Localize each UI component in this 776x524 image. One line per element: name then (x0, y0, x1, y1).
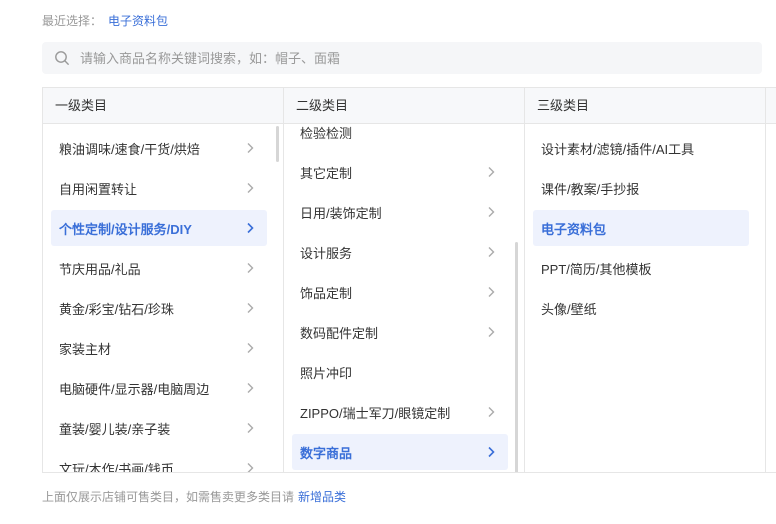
chevron-right-icon (488, 167, 495, 177)
chevron-right-icon (247, 303, 254, 313)
level2-item-label: 数字商品 (300, 445, 353, 461)
level1-item[interactable]: 家装主材 (51, 330, 267, 366)
level2-item[interactable]: 检验检测 (292, 124, 508, 150)
category-picker: 一级类目 粮油调味/速食/干货/烘焙 自用闲置转让 个性定制/设计服务/DIY … (42, 87, 776, 473)
level2-item[interactable]: ZIPPO/瑞士军刀/眼镜定制 (292, 394, 508, 430)
level2-item-label: 数码配件定制 (300, 325, 379, 341)
level3-item-label: 电子资料包 (541, 221, 607, 237)
level2-column: 二级类目 检验检测 其它定制 日用/装饰定制 设计服务 饰品定制 数码配件定制 … (284, 88, 525, 472)
level1-item[interactable]: 童装/婴儿装/亲子装 (51, 410, 267, 446)
chevron-right-icon (488, 287, 495, 297)
chevron-right-icon (247, 383, 254, 393)
level1-item-label: 文玩/木作/书画/钱币 (59, 461, 174, 473)
add-category-link[interactable]: 新增品类 (298, 490, 346, 504)
level1-item-label: 粮油调味/速食/干货/烘焙 (59, 141, 200, 157)
search-input[interactable] (78, 43, 722, 73)
level2-item[interactable]: 照片冲印 (292, 354, 508, 390)
level3-item-label: 设计素材/滤镜/插件/AI工具 (541, 141, 695, 157)
level1-item-label: 自用闲置转让 (59, 181, 138, 197)
search-icon (55, 51, 69, 65)
level1-item-label: 童装/婴儿装/亲子装 (59, 421, 171, 437)
level3-list: 设计素材/滤镜/插件/AI工具 课件/教案/手抄报 电子资料包 PPT/简历/其… (525, 124, 765, 472)
chevron-right-icon (488, 207, 495, 217)
level1-item-label: 黄金/彩宝/钻石/珍珠 (59, 301, 174, 317)
chevron-right-icon (247, 423, 254, 433)
level1-item-label: 电脑硬件/显示器/电脑周边 (59, 381, 210, 397)
level2-scrollbar[interactable] (515, 242, 518, 472)
level3-item-label: 头像/壁纸 (541, 301, 597, 317)
level1-item-label: 节庆用品/礼品 (59, 261, 141, 277)
footer-text: 上面仅展示店铺可售类目，如需售卖更多类目请 (42, 490, 295, 504)
chevron-right-icon (488, 407, 495, 417)
level1-header: 一级类目 (43, 88, 283, 124)
level2-header: 二级类目 (284, 88, 524, 124)
chevron-right-icon (247, 222, 254, 234)
level1-item[interactable]: 文玩/木作/书画/钱币 (51, 450, 267, 473)
level1-item[interactable]: 黄金/彩宝/钻石/珍珠 (51, 290, 267, 326)
chevron-right-icon (488, 446, 495, 458)
recent-selection-label: 最近选择： (42, 14, 103, 28)
level3-item[interactable]: 设计素材/滤镜/插件/AI工具 (533, 130, 749, 166)
chevron-right-icon (247, 143, 254, 153)
recent-selection-link[interactable]: 电子资料包 (108, 14, 168, 28)
level2-item-label: 照片冲印 (300, 365, 353, 381)
level4-column (766, 88, 776, 472)
level2-item[interactable]: 日用/装饰定制 (292, 194, 508, 230)
chevron-right-icon (247, 343, 254, 353)
chevron-right-icon (488, 247, 495, 257)
level1-scrollbar[interactable] (276, 126, 279, 162)
level2-list: 检验检测 其它定制 日用/装饰定制 设计服务 饰品定制 数码配件定制 照片冲印 … (284, 124, 524, 472)
level1-item[interactable]: 自用闲置转让 (51, 170, 267, 206)
level2-item-label: 饰品定制 (300, 285, 353, 301)
level3-item[interactable]: PPT/简历/其他模板 (533, 250, 749, 286)
level1-item[interactable]: 粮油调味/速食/干货/烘焙 (51, 130, 267, 166)
level1-item[interactable]: 节庆用品/礼品 (51, 250, 267, 286)
level2-item[interactable]: 数码配件定制 (292, 314, 508, 350)
level1-list: 粮油调味/速食/干货/烘焙 自用闲置转让 个性定制/设计服务/DIY 节庆用品/… (43, 124, 283, 473)
level4-header (766, 88, 776, 124)
level2-item-label: ZIPPO/瑞士军刀/眼镜定制 (300, 405, 451, 421)
chevron-right-icon (488, 327, 495, 337)
level3-item-label: PPT/简历/其他模板 (541, 261, 652, 277)
search-bar (42, 42, 762, 74)
footer-note: 上面仅展示店铺可售类目，如需售卖更多类目请 新增品类 (42, 488, 346, 505)
level3-header: 三级类目 (525, 88, 765, 124)
level2-item-selected[interactable]: 数字商品 (292, 434, 508, 470)
level2-item-label: 设计服务 (300, 245, 353, 261)
chevron-right-icon (247, 263, 254, 273)
level3-item[interactable]: 头像/壁纸 (533, 290, 749, 326)
level1-column: 一级类目 粮油调味/速食/干货/烘焙 自用闲置转让 个性定制/设计服务/DIY … (43, 88, 284, 473)
level1-item-selected[interactable]: 个性定制/设计服务/DIY (51, 210, 267, 246)
level1-item[interactable]: 电脑硬件/显示器/电脑周边 (51, 370, 267, 406)
level1-item-label: 个性定制/设计服务/DIY (59, 221, 192, 237)
level1-item-label: 家装主材 (59, 341, 112, 357)
level2-item-label: 检验检测 (300, 125, 353, 141)
chevron-right-icon (247, 463, 254, 472)
level2-item[interactable]: 设计服务 (292, 234, 508, 270)
level2-item[interactable]: 饰品定制 (292, 274, 508, 310)
level3-item[interactable]: 课件/教案/手抄报 (533, 170, 749, 206)
level3-column: 三级类目 设计素材/滤镜/插件/AI工具 课件/教案/手抄报 电子资料包 PPT… (525, 88, 766, 472)
chevron-right-icon (247, 183, 254, 193)
level2-item[interactable]: 其它定制 (292, 154, 508, 190)
level3-item-label: 课件/教案/手抄报 (541, 181, 640, 197)
recent-selection: 最近选择： 电子资料包 (42, 12, 168, 29)
level2-item-label: 其它定制 (300, 165, 353, 181)
level2-item-label: 日用/装饰定制 (300, 205, 382, 221)
level3-item-selected[interactable]: 电子资料包 (533, 210, 749, 246)
